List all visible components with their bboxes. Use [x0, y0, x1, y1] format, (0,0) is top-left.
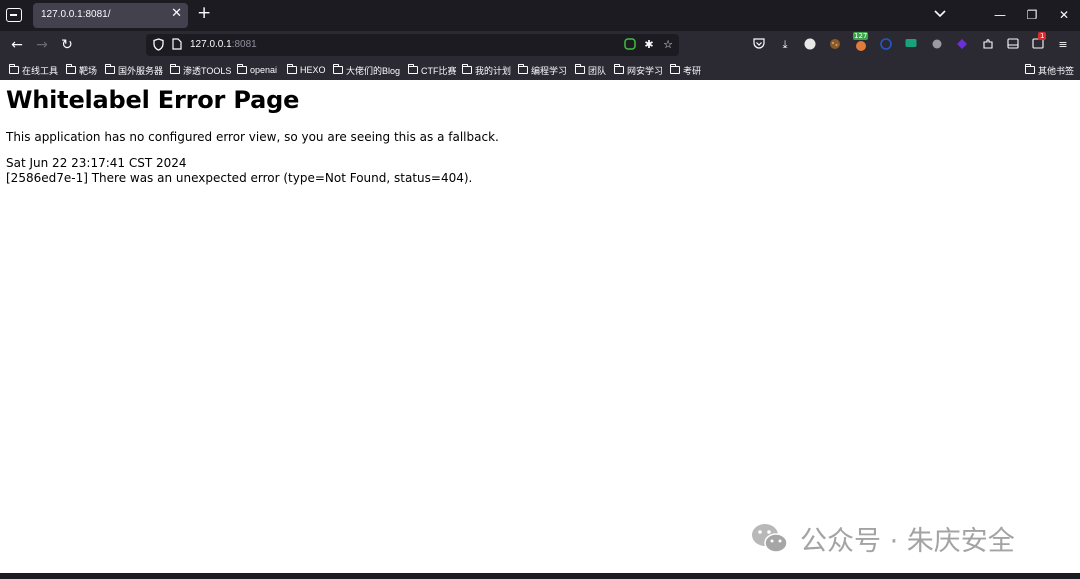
folder-icon	[670, 64, 680, 74]
folder-icon	[518, 64, 528, 74]
back-arrow-icon[interactable]: ←	[8, 36, 26, 54]
tab-strip: 127.0.0.1:8081/ ✕ + — ❐ ✕	[0, 0, 1080, 31]
address-bar[interactable]: 127.0.0.1:8081 ✱ ☆	[146, 34, 679, 56]
page-content: Whitelabel Error Page This application h…	[0, 80, 1080, 574]
url-port: :8081	[231, 39, 257, 50]
bookmark-folder[interactable]: 大佬们的Blog	[333, 63, 400, 77]
extension-purple-icon[interactable]	[955, 38, 969, 52]
extension-notify-icon[interactable]: 1	[1031, 32, 1047, 52]
bookmark-folder[interactable]: 靶场	[66, 63, 97, 77]
bookmark-label: 靶场	[79, 65, 98, 76]
page-icon[interactable]	[170, 38, 184, 52]
folder-icon	[287, 64, 297, 74]
error-message: [2586ed7e-1] There was an unexpected err…	[6, 171, 473, 185]
bookmark-label: HEXO	[300, 65, 326, 75]
bookmark-label: 大佬们的Blog	[346, 65, 401, 76]
bookmark-star-icon[interactable]: ☆	[661, 38, 675, 52]
bookmark-label: 国外服务器	[118, 65, 164, 76]
folder-icon	[9, 64, 19, 74]
chevron-down-icon[interactable]	[934, 7, 946, 21]
url-host: 127.0.0.1	[190, 39, 232, 50]
new-tab-button[interactable]: +	[197, 5, 211, 22]
extension-fox-icon[interactable]: 127	[853, 32, 869, 52]
bookmark-label: 在线工具	[22, 65, 59, 76]
folder-icon	[170, 64, 180, 74]
folder-icon	[575, 64, 585, 74]
tab-close-icon[interactable]: ✕	[171, 7, 182, 20]
notification-badge: 1	[1038, 32, 1047, 40]
folder-icon	[408, 64, 418, 74]
page-title: Whitelabel Error Page	[6, 86, 300, 114]
extension-cookie-icon[interactable]	[828, 38, 842, 52]
shield-icon[interactable]	[151, 38, 165, 52]
folder-icon	[462, 64, 472, 74]
tab-list-icon[interactable]	[6, 8, 22, 22]
hamburger-menu-icon[interactable]: ≡	[1056, 38, 1070, 52]
bookmark-folder[interactable]: openai	[237, 63, 277, 77]
bookmark-folder[interactable]: 编程学习	[518, 63, 567, 77]
bookmark-label: 网安学习	[627, 65, 664, 76]
bookmark-folder[interactable]: 在线工具	[9, 63, 58, 77]
bookmark-label: CTF比赛	[421, 65, 457, 76]
pocket-icon[interactable]	[752, 38, 766, 52]
bookmarks-toolbar: 在线工具 靶场 国外服务器 渗透TOOLS openai HEXO 大佬们的Bl…	[0, 59, 1080, 80]
bookmark-label: 考研	[683, 65, 702, 76]
other-bookmarks-folder[interactable]: 其他书签	[1025, 63, 1074, 77]
bookmark-folder[interactable]: 考研	[670, 63, 701, 77]
active-tab[interactable]: 127.0.0.1:8081/ ✕	[33, 3, 188, 28]
folder-icon	[66, 64, 76, 74]
extension-green-box-icon[interactable]	[904, 38, 918, 52]
watermark: 公众号 · 朱庆安全	[750, 519, 1015, 558]
bookmark-label: 其他书签	[1038, 65, 1075, 76]
bookmark-label: 我的计划	[475, 65, 512, 76]
tab-title: 127.0.0.1:8081/	[41, 9, 111, 20]
bookmark-folder[interactable]: 渗透TOOLS	[170, 63, 231, 77]
extensions-puzzle-icon[interactable]	[981, 38, 995, 52]
navigation-toolbar: ← → ↻ 127.0.0.1:8081 ✱ ☆ ⤓ 127 1 ≡	[0, 31, 1080, 59]
extension-circle-icon[interactable]	[803, 38, 817, 52]
bookmark-label: 渗透TOOLS	[183, 65, 232, 76]
bookmark-folder[interactable]: 国外服务器	[105, 63, 163, 77]
extension-gray-icon[interactable]	[930, 38, 944, 52]
wechat-logo-icon	[750, 522, 790, 556]
error-description: This application has no configured error…	[6, 130, 499, 144]
bug-icon[interactable]: ✱	[642, 38, 656, 52]
bookmark-folder[interactable]: 网安学习	[614, 63, 663, 77]
extension-badge-count: 127	[853, 32, 869, 40]
url-text[interactable]: 127.0.0.1:8081	[190, 39, 257, 50]
restore-icon[interactable]: ❐	[1022, 6, 1042, 24]
close-window-icon[interactable]: ✕	[1054, 6, 1074, 24]
forward-arrow-icon[interactable]: →	[33, 36, 51, 54]
error-timestamp: Sat Jun 22 23:17:41 CST 2024	[6, 156, 187, 170]
bookmark-label: openai	[250, 65, 278, 75]
extension-blue-globe-icon[interactable]	[879, 38, 893, 52]
folder-icon	[614, 64, 624, 74]
minimize-icon[interactable]: —	[990, 6, 1010, 24]
bookmark-folder[interactable]: CTF比赛	[408, 63, 457, 77]
browser-chrome: 127.0.0.1:8081/ ✕ + — ❐ ✕ ← → ↻ 127.0.0.…	[0, 0, 1080, 80]
folder-icon	[237, 64, 247, 74]
extension-green-icon[interactable]	[623, 38, 637, 52]
reload-icon[interactable]: ↻	[58, 36, 76, 54]
bookmark-label: 团队	[588, 65, 607, 76]
taskbar-edge	[0, 573, 1080, 579]
bookmark-folder[interactable]: 我的计划	[462, 63, 511, 77]
download-icon[interactable]: ⤓	[778, 38, 792, 52]
folder-icon	[333, 64, 343, 74]
bookmark-label: 编程学习	[531, 65, 568, 76]
bookmark-folder[interactable]: 团队	[575, 63, 606, 77]
bookmark-folder[interactable]: HEXO	[287, 63, 326, 77]
watermark-text: 公众号 · 朱庆安全	[800, 526, 1015, 557]
folder-icon	[105, 64, 115, 74]
folder-icon	[1025, 64, 1035, 74]
extension-screen-icon[interactable]	[1006, 38, 1020, 52]
